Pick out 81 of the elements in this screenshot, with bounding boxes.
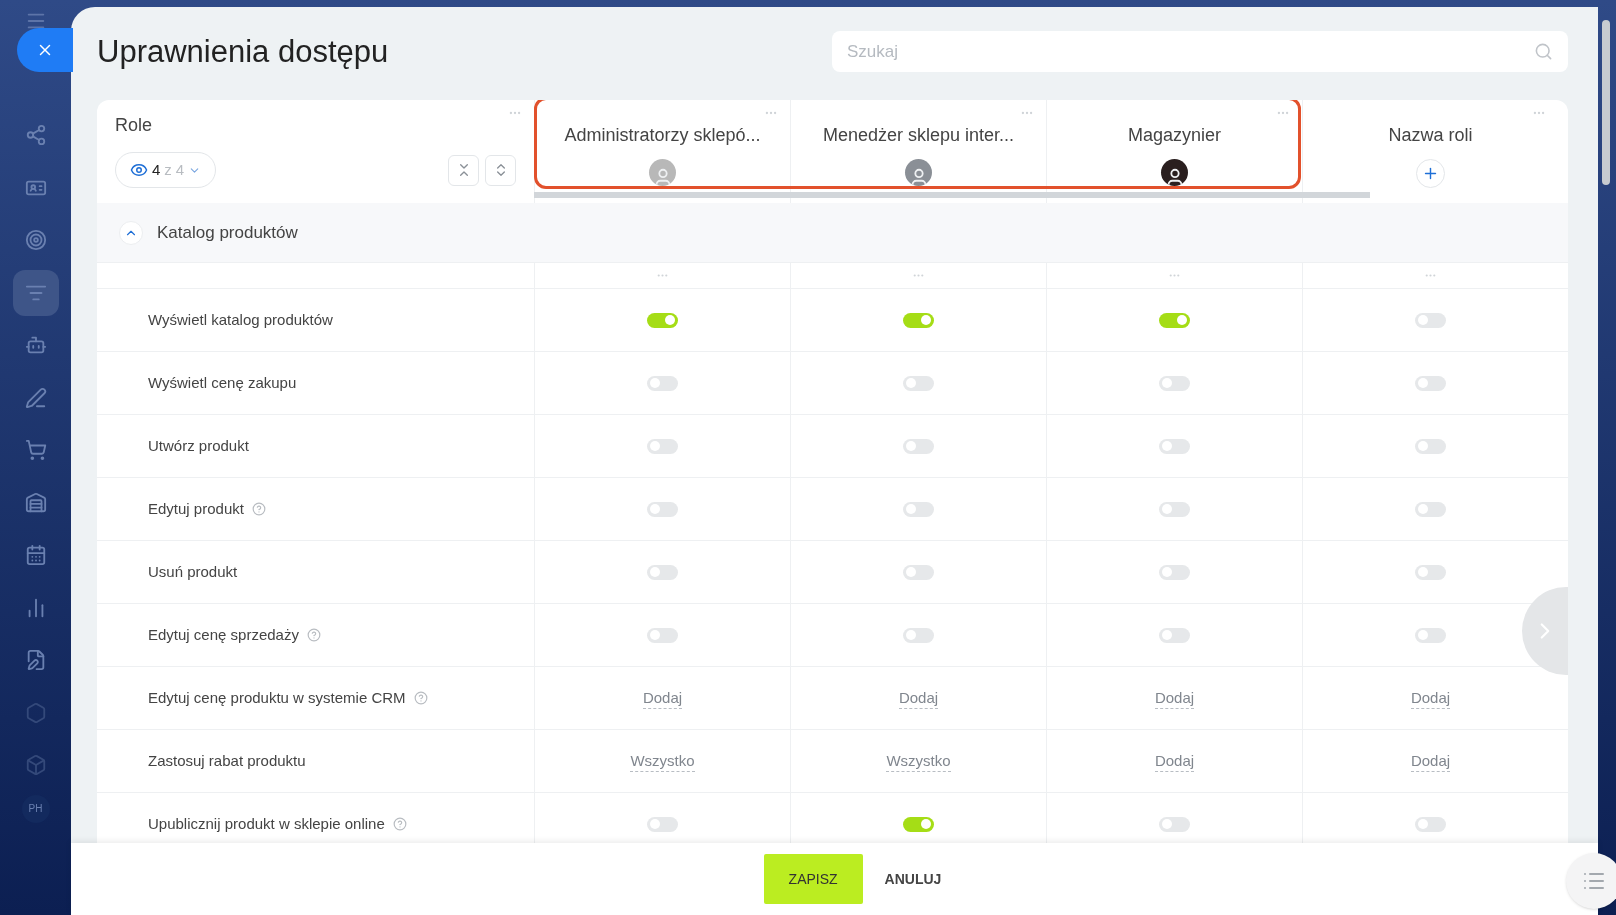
toggle-switch[interactable] — [903, 375, 934, 391]
help-icon[interactable] — [306, 628, 321, 642]
collapse-all-button[interactable] — [448, 154, 479, 186]
toggle-switch[interactable] — [647, 312, 678, 328]
toggle-switch[interactable] — [1415, 312, 1446, 328]
cart-icon — [24, 439, 47, 461]
access-link[interactable]: Dodaj — [1154, 750, 1195, 772]
access-link[interactable]: Dodaj — [1410, 750, 1451, 772]
permission-label: Wyświetl katalog produktów — [148, 309, 333, 330]
toggle-switch[interactable] — [1159, 501, 1190, 517]
toggle-switch[interactable] — [647, 438, 678, 454]
toggle-switch[interactable] — [903, 501, 934, 517]
help-icon[interactable] — [392, 817, 407, 831]
plus-icon — [1422, 165, 1439, 182]
toggle-switch[interactable] — [647, 627, 678, 643]
calendar-icon — [24, 544, 47, 566]
new-role-name: Nazwa roli — [1388, 124, 1473, 147]
box-icon — [24, 754, 47, 776]
role-name[interactable]: Menedżer sklepu inter... — [822, 122, 1015, 149]
expand-all-button[interactable] — [485, 154, 516, 186]
user-avatar[interactable] — [1161, 159, 1188, 186]
page-title: Uprawnienia dostępu — [97, 36, 389, 67]
close-button[interactable] — [17, 28, 73, 72]
toggle-switch[interactable] — [1159, 438, 1190, 454]
permission-label: Edytuj produkt — [148, 498, 244, 519]
toggle-switch[interactable] — [1415, 501, 1446, 517]
warehouse-icon — [24, 491, 47, 514]
toggle-switch[interactable] — [647, 816, 678, 832]
toggle-switch[interactable] — [903, 816, 934, 832]
toggle-switch[interactable] — [1159, 312, 1190, 328]
target-icon — [24, 229, 47, 251]
access-link[interactable]: Dodaj — [1410, 687, 1451, 709]
toggle-switch[interactable] — [1159, 564, 1190, 580]
toggle-switch[interactable] — [1415, 375, 1446, 391]
role-name[interactable]: Administratorzy sklepó... — [564, 122, 761, 149]
section-title: Katalog produktów — [157, 221, 298, 244]
toggle-switch[interactable] — [1159, 627, 1190, 643]
share-icon — [24, 124, 47, 146]
toggle-switch[interactable] — [1415, 564, 1446, 580]
toggle-switch[interactable] — [647, 564, 678, 580]
access-link[interactable]: Dodaj — [642, 687, 683, 709]
toggle-switch[interactable] — [903, 627, 934, 643]
permission-label: Wyświetl cenę zakupu — [148, 372, 297, 393]
help-icon[interactable] — [413, 691, 428, 705]
collapse-section-button[interactable] — [119, 220, 143, 245]
toggle-switch[interactable] — [903, 564, 934, 580]
roles-label: Role — [115, 114, 154, 137]
eye-icon — [130, 161, 148, 179]
permission-label: Edytuj cenę sprzedaży — [148, 624, 299, 645]
pen-icon — [24, 386, 47, 409]
page-scrollbar[interactable] — [1602, 20, 1610, 185]
avatar-badge[interactable]: PH — [21, 794, 50, 823]
toggle-switch[interactable] — [1159, 816, 1190, 832]
permission-label: Edytuj cenę produktu w systemie CRM — [148, 687, 406, 708]
access-link[interactable]: Wszystko — [886, 750, 951, 772]
permission-label: Usuń produkt — [148, 561, 238, 582]
toggle-switch[interactable] — [1415, 438, 1446, 454]
search-field[interactable]: Szukaj — [832, 31, 1568, 72]
toggle-switch[interactable] — [647, 375, 678, 391]
search-icon[interactable] — [1534, 42, 1553, 61]
toggle-switch[interactable] — [1415, 816, 1446, 832]
hexagon-icon — [24, 701, 47, 724]
toggle-switch[interactable] — [1415, 627, 1446, 643]
access-link[interactable]: Wszystko — [630, 750, 695, 772]
toggle-switch[interactable] — [647, 501, 678, 517]
toggle-switch[interactable] — [903, 312, 934, 328]
toggle-switch[interactable] — [1159, 375, 1190, 391]
permission-label: Upublicznij produkt w sklepie online — [148, 813, 385, 834]
sidebar-item[interactable] — [12, 269, 59, 316]
access-link[interactable]: Dodaj — [1154, 687, 1195, 709]
horizontal-scrollbar[interactable] — [534, 192, 1370, 198]
robot-icon — [24, 334, 47, 356]
toggle-switch[interactable] — [903, 438, 934, 454]
list-button[interactable] — [1566, 853, 1616, 909]
cancel-button[interactable]: ANULUJ — [882, 854, 944, 904]
permission-label: Zastosuj rabat produktu — [148, 750, 306, 771]
permission-label: Utwórz produkt — [148, 435, 249, 456]
access-link[interactable]: Dodaj — [898, 687, 939, 709]
help-icon[interactable] — [251, 502, 266, 516]
save-button[interactable]: ZAPISZ — [763, 854, 863, 904]
role-name[interactable]: Magazynier — [1127, 122, 1221, 149]
